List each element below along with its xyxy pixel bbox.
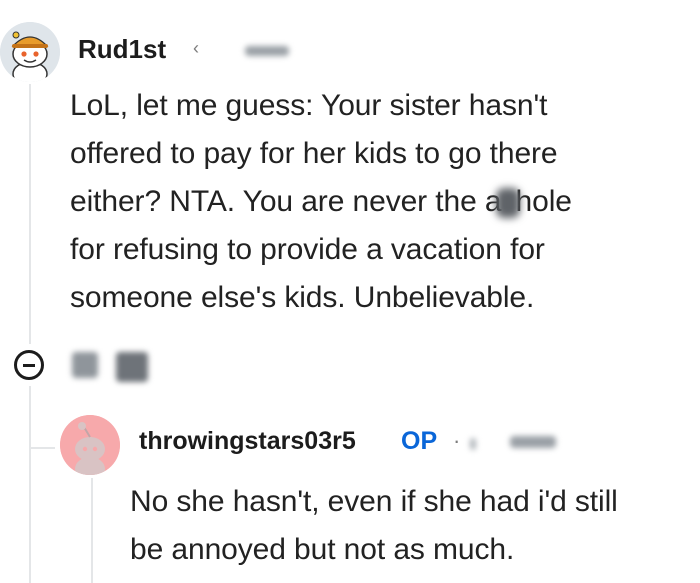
parent-body-line-4: for refusing to provide a vacation for: [70, 233, 545, 266]
reply-body-line-2: be annoyed but not as much.: [130, 533, 515, 566]
parent-username[interactable]: Rud1st: [78, 34, 166, 65]
snoo-avatar-pink-icon[interactable]: [60, 415, 120, 475]
separator-dot: ·: [453, 428, 461, 453]
reply-body-line-1: No she hasn't, even if she had i'd still: [130, 485, 618, 518]
blurred-action-icon-1[interactable]: [72, 352, 98, 378]
blurred-timestamp: [245, 46, 289, 56]
parent-body-line-1: LoL, let me guess: Your sister hasn't: [70, 89, 548, 122]
censor-blur: [495, 188, 520, 219]
blurred-action-icon-2[interactable]: [116, 352, 148, 382]
parent-body-line-5: someone else's kids. Unbelievable.: [70, 281, 535, 314]
chevron-left-icon: ‹: [193, 38, 199, 58]
parent-body-line-2: offered to pay for her kids to go there: [70, 137, 558, 170]
blurred-reply-meta: [510, 436, 556, 448]
parent-body-line-3-end: hole: [515, 185, 572, 218]
reply-username[interactable]: throwingstars03r5: [139, 427, 356, 456]
parent-body-line-3-start: either? NTA. You are never the a: [70, 185, 502, 218]
op-badge: OP: [401, 427, 438, 455]
thread-line-branch: [31, 447, 55, 449]
reply-comment-body: No she hasn't, even if she had i'd still…: [130, 478, 695, 574]
reply-thread-line: [91, 478, 93, 583]
thread-line-main: [29, 84, 31, 344]
collapse-minus-icon[interactable]: [14, 350, 44, 380]
snoo-avatar-with-hat-icon[interactable]: [0, 22, 60, 82]
thread-line-lower: [29, 386, 31, 583]
parent-body-line-3: either? NTA. You are never the a hole: [70, 178, 690, 226]
parent-comment-body: LoL, let me guess: Your sister hasn't of…: [70, 82, 690, 322]
blurred-reply-timestamp: [470, 438, 476, 450]
